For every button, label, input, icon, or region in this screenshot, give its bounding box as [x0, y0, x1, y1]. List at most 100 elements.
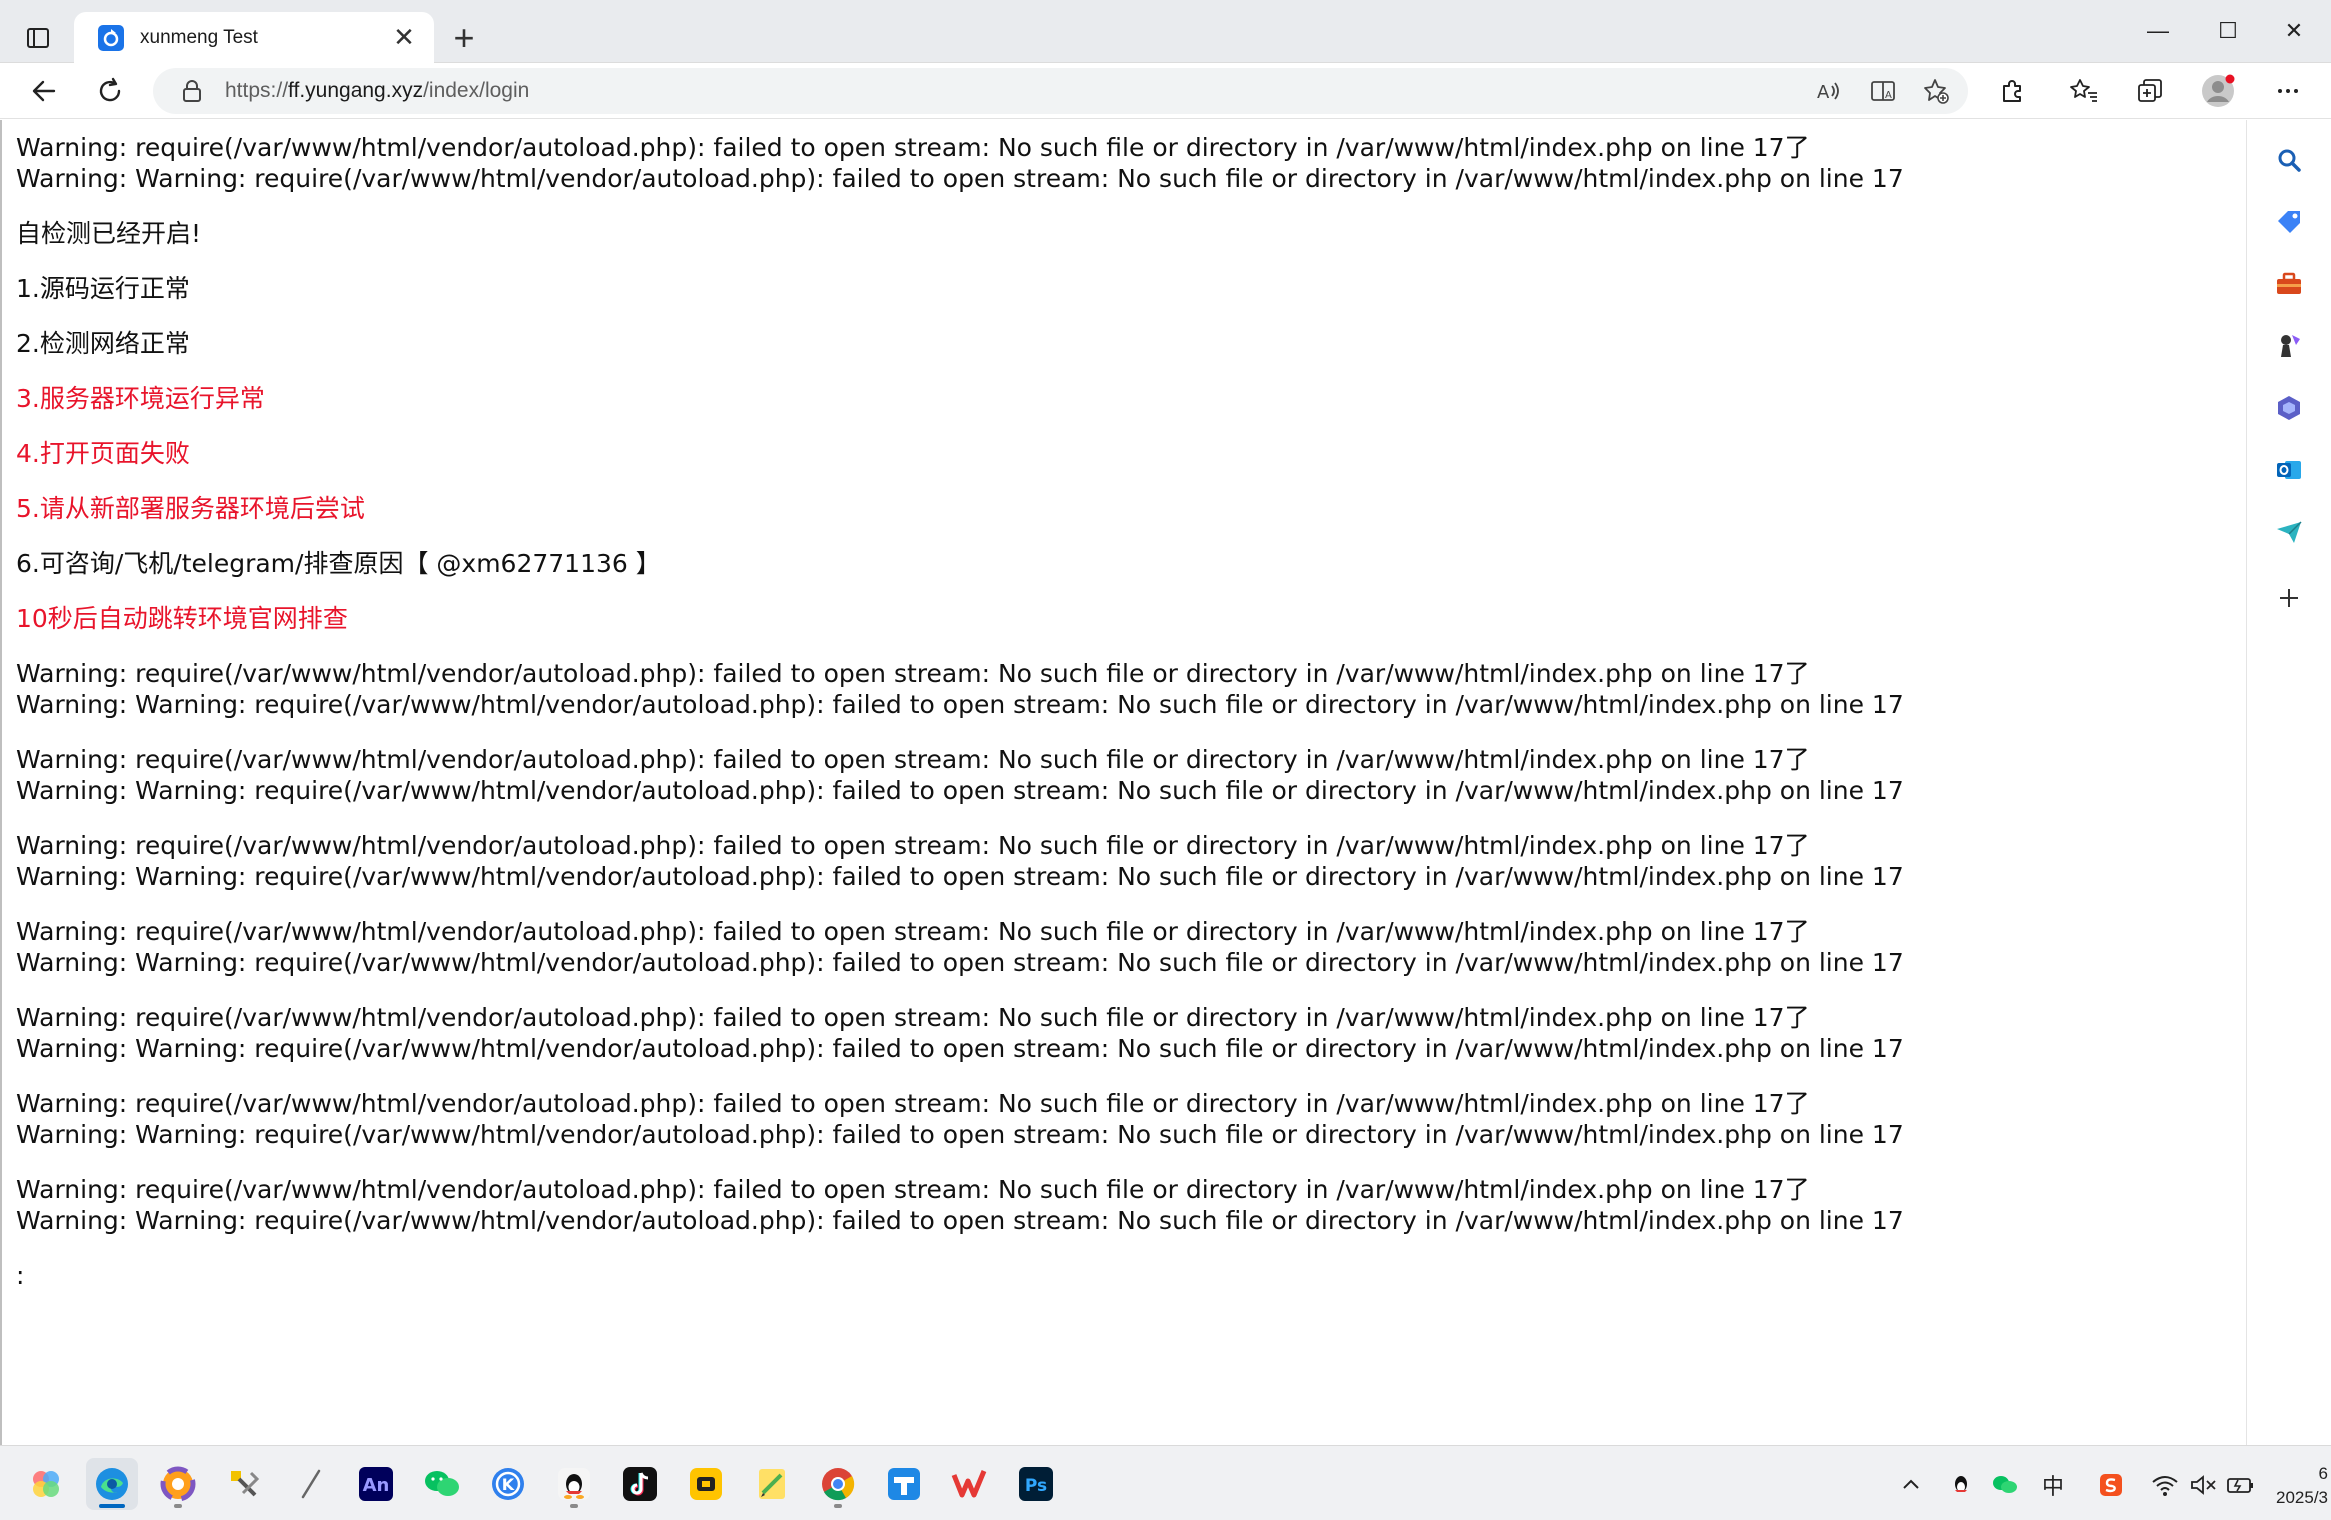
- php-warning: Warning: require(/var/www/html/vendor/au…: [16, 1175, 1904, 1235]
- running-indicator: [174, 1504, 182, 1508]
- php-warning: Warning: require(/var/www/html/vendor/au…: [16, 1089, 1904, 1149]
- taskbar: An K Ps 中 6 2025/3: [0, 1445, 2331, 1520]
- lock-icon[interactable]: [179, 78, 205, 104]
- browser360-icon[interactable]: [152, 1458, 204, 1510]
- url-scheme: https://: [225, 79, 289, 102]
- back-button[interactable]: [22, 71, 66, 111]
- photoshop-icon[interactable]: Ps: [1010, 1458, 1062, 1510]
- favorites-icon: [2070, 79, 2097, 102]
- system-clock[interactable]: 6 2025/3: [2276, 1462, 2328, 1510]
- show-hidden-icons-chevron-icon[interactable]: [1894, 1468, 1928, 1502]
- url-path: /index/login: [423, 79, 530, 102]
- wechat-tray-icon[interactable]: [1988, 1468, 2022, 1502]
- qq-tray-icon[interactable]: [1944, 1468, 1978, 1502]
- ime-indicator[interactable]: 中: [2036, 1468, 2070, 1502]
- tiktok-icon[interactable]: [614, 1458, 666, 1510]
- address-bar[interactable]: https://ff.yungang.xyz/index/login A A: [153, 68, 1968, 114]
- status-line-error: 4.打开页面失败: [16, 439, 190, 468]
- error-page: Warning: require(/var/www/html/vendor/au…: [2, 120, 2246, 1327]
- blue-app-icon[interactable]: [878, 1458, 930, 1510]
- refresh-icon: [99, 77, 121, 102]
- collections-icon: [2138, 79, 2162, 102]
- avatar: [2202, 74, 2235, 107]
- status-line-error: 3.服务器环境运行异常: [16, 384, 265, 413]
- minimize-button[interactable]: —: [2128, 10, 2188, 52]
- chrome-icon[interactable]: [812, 1458, 864, 1510]
- svg-text:Ps: Ps: [1025, 1476, 1047, 1496]
- edge-icon[interactable]: [86, 1458, 138, 1510]
- browser-toolbar: https://ff.yungang.xyz/index/login A A: [0, 63, 2331, 119]
- refresh-button[interactable]: [88, 71, 132, 111]
- add-icon[interactable]: [2267, 576, 2311, 620]
- back-arrow-icon: [32, 80, 56, 102]
- status-line: 自检测已经开启!: [16, 219, 202, 248]
- url-host: ff.yungang.xyz: [288, 79, 424, 102]
- outlook-icon[interactable]: [2267, 448, 2311, 492]
- running-indicator: [834, 1504, 842, 1508]
- status-line: 2.检测网络正常: [16, 329, 190, 358]
- wps-icon[interactable]: [944, 1458, 996, 1510]
- yellow-app-icon[interactable]: [680, 1458, 732, 1510]
- php-warning: Warning: require(/var/www/html/vendor/au…: [16, 745, 1904, 805]
- copilot-icon[interactable]: [2267, 386, 2311, 430]
- php-warning: Warning: require(/var/www/html/vendor/au…: [16, 1003, 1904, 1063]
- title-bar: xunmeng Test ✕ + — ☐ ✕: [0, 0, 2331, 63]
- clock-date: 2025/3: [2276, 1488, 2328, 1507]
- trailing-text: :: [16, 1261, 25, 1290]
- volume-muted-icon[interactable]: [2186, 1468, 2220, 1502]
- search-icon[interactable]: [2267, 138, 2311, 182]
- edge-sidebar: [2246, 120, 2331, 1445]
- active-indicator: [99, 1504, 125, 1508]
- running-indicator: [570, 1504, 578, 1508]
- tools-icon[interactable]: [218, 1458, 270, 1510]
- status-line-error: 10秒后自动跳转环境官网排查: [16, 604, 348, 633]
- tab-actions-button[interactable]: [18, 18, 58, 58]
- page-content: Warning: require(/var/www/html/vendor/au…: [0, 120, 2246, 1445]
- tab-actions-icon: [27, 28, 49, 48]
- notes-icon[interactable]: [746, 1458, 798, 1510]
- php-warning: Warning: require(/var/www/html/vendor/au…: [16, 659, 1904, 719]
- tag-icon[interactable]: [2267, 200, 2311, 244]
- php-warning: Warning: require(/var/www/html/vendor/au…: [16, 831, 1904, 891]
- favorites-button[interactable]: [2062, 71, 2106, 111]
- svg-text:An: An: [363, 1475, 390, 1496]
- clock-time: 6: [2318, 1464, 2328, 1483]
- status-line-error: 5.请从新部署服务器环境后尝试: [16, 494, 365, 523]
- settings-more-button[interactable]: [2266, 71, 2310, 111]
- favorite-star-icon[interactable]: [1921, 76, 1951, 106]
- new-tab-button[interactable]: +: [444, 17, 484, 58]
- wechat-icon[interactable]: [416, 1458, 468, 1510]
- battery-icon[interactable]: [2224, 1468, 2258, 1502]
- close-window-button[interactable]: ✕: [2264, 10, 2324, 52]
- chess-icon[interactable]: [2267, 324, 2311, 368]
- toolbox-icon[interactable]: [2267, 262, 2311, 306]
- immersive-reader-icon[interactable]: A: [1868, 76, 1898, 106]
- php-warning: Warning: require(/var/www/html/vendor/au…: [16, 917, 1904, 977]
- more-dots-icon: [2278, 89, 2298, 93]
- profile-button[interactable]: [2196, 71, 2240, 111]
- svg-text:K: K: [502, 1475, 515, 1494]
- url-text[interactable]: https://ff.yungang.xyz/index/login: [225, 79, 529, 103]
- php-warning: Warning: require(/var/www/html/vendor/au…: [16, 133, 1904, 193]
- tab-close-icon[interactable]: ✕: [388, 22, 420, 54]
- pen-icon[interactable]: [284, 1458, 336, 1510]
- tab-active[interactable]: xunmeng Test ✕: [74, 12, 434, 63]
- read-aloud-icon[interactable]: A: [1813, 76, 1843, 106]
- status-line: 1.源码运行正常: [16, 274, 190, 303]
- animate-icon[interactable]: An: [350, 1458, 402, 1510]
- kuaiche-icon[interactable]: K: [482, 1458, 534, 1510]
- maximize-button[interactable]: ☐: [2198, 10, 2258, 52]
- svg-text:A: A: [1817, 82, 1830, 103]
- qq-icon[interactable]: [548, 1458, 600, 1510]
- wifi-icon[interactable]: [2148, 1468, 2182, 1502]
- send-icon[interactable]: [2267, 510, 2311, 554]
- collections-button[interactable]: [2128, 71, 2172, 111]
- svg-text:A: A: [1885, 90, 1892, 101]
- start-icon[interactable]: [20, 1458, 72, 1510]
- puzzle-icon: [2003, 80, 2021, 102]
- favicon-icon: [98, 24, 124, 51]
- sogou-icon[interactable]: [2094, 1468, 2128, 1502]
- extensions-button[interactable]: [1990, 71, 2034, 111]
- status-line: 6.可咨询/飞机/telegram/排查原因【 @xm62771136 】: [16, 549, 661, 578]
- tab-title: xunmeng Test: [140, 26, 258, 48]
